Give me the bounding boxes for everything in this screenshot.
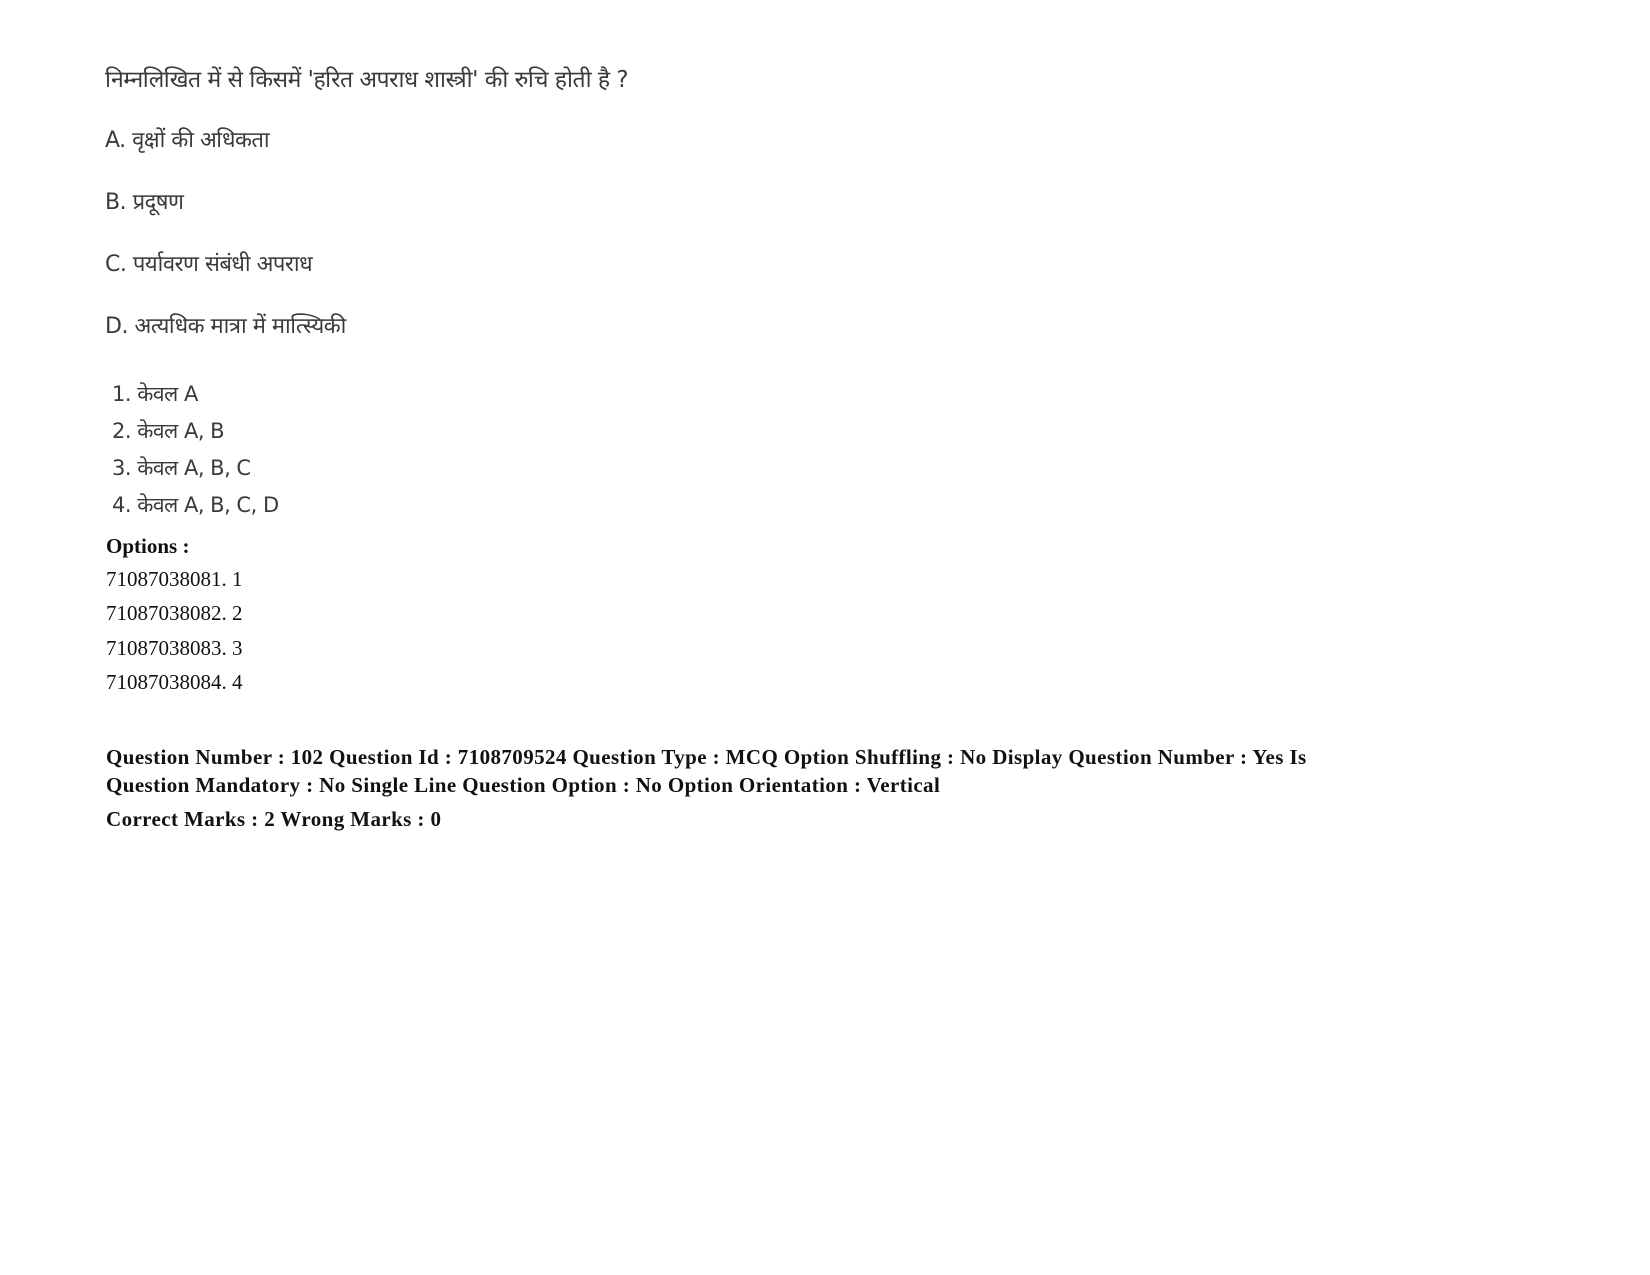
option-id: 71087038083. <box>106 636 227 660</box>
choice-label: 2. <box>112 419 132 443</box>
choice-2: 2. केवल A, B <box>112 417 225 445</box>
option-value: 4 <box>232 670 243 694</box>
statement-text: प्रदूषण <box>132 190 184 215</box>
statement-d: D. अत्यधिक मात्रा में मात्स्यिकी <box>105 310 346 340</box>
choice-3: 3. केवल A, B, C <box>112 454 251 482</box>
option-value: 3 <box>232 636 243 660</box>
choice-text: केवल A <box>137 382 198 406</box>
statement-label: B. <box>105 190 127 215</box>
choice-4: 4. केवल A, B, C, D <box>112 491 279 519</box>
marks-line: Correct Marks : 2 Wrong Marks : 0 <box>106 807 442 831</box>
choice-label: 4. <box>112 493 132 517</box>
statement-label: D. <box>105 314 128 339</box>
statement-text: पर्यावरण संबंधी अपराध <box>132 252 313 277</box>
choice-label: 1. <box>112 382 132 406</box>
question-meta-line-1: Question Number : 102 Question Id : 7108… <box>106 745 1307 769</box>
statement-label: C. <box>105 252 127 277</box>
choice-1: 1. केवल A <box>112 380 198 408</box>
option-id: 71087038082. <box>106 601 227 625</box>
option-value: 2 <box>232 601 243 625</box>
statement-c: C. पर्यावरण संबंधी अपराध <box>105 248 313 278</box>
option-value: 1 <box>232 567 243 591</box>
option-item: 71087038081. 1 <box>106 567 243 592</box>
statement-b: B. प्रदूषण <box>105 186 184 216</box>
question-meta-line-2: Question Mandatory : No Single Line Ques… <box>106 773 941 797</box>
options-heading: Options : <box>106 534 190 558</box>
option-id: 71087038084. <box>106 670 227 694</box>
choice-text: केवल A, B, C <box>137 456 251 480</box>
option-item: 71087038082. 2 <box>106 601 243 626</box>
choice-label: 3. <box>112 456 132 480</box>
question-stem: निम्नलिखित में से किसमें 'हरित अपराध शास… <box>105 67 629 93</box>
option-id: 71087038081. <box>106 567 227 591</box>
statement-text: वृक्षों की अधिकता <box>132 128 270 153</box>
choice-text: केवल A, B, C, D <box>137 493 279 517</box>
document-page: निम्नलिखित में से किसमें 'हरित अपराध शास… <box>0 0 1650 1275</box>
statement-a: A. वृक्षों की अधिकता <box>105 124 270 154</box>
option-item: 71087038084. 4 <box>106 670 243 695</box>
statement-label: A. <box>105 128 126 153</box>
statement-text: अत्यधिक मात्रा में मात्स्यिकी <box>134 314 346 339</box>
option-item: 71087038083. 3 <box>106 636 243 661</box>
choice-text: केवल A, B <box>137 419 225 443</box>
